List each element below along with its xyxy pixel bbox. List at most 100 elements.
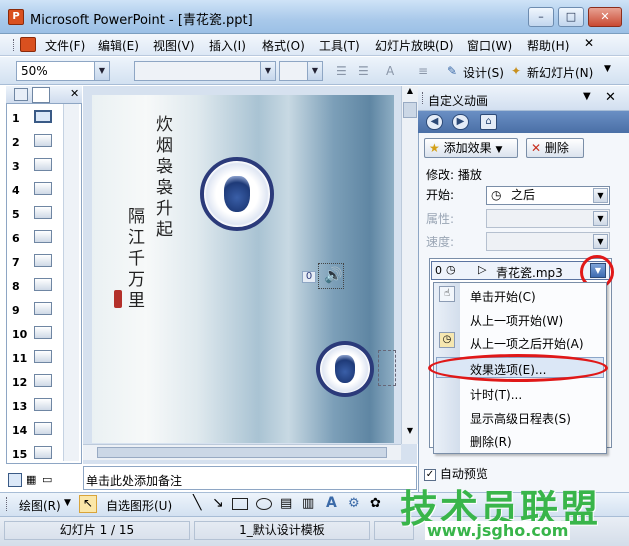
chevron-down-icon[interactable]: ▼	[64, 498, 71, 508]
porcelain-vase-image[interactable]	[316, 341, 374, 397]
forward-icon[interactable]: ▶	[452, 114, 469, 130]
remove-button[interactable]: ✕ 删除	[526, 138, 584, 158]
line-icon[interactable]: ╲	[193, 495, 201, 511]
menu-item-start-on-click[interactable]: 单击开始(C)	[470, 288, 536, 305]
menu-item-remove[interactable]: 删除(R)	[470, 433, 512, 450]
menu-item-start-with-previous[interactable]: 从上一项开始(W)	[470, 312, 563, 329]
new-slide-button[interactable]: 新幻灯片(N)	[527, 64, 593, 81]
slide-thumbnail[interactable]	[34, 110, 52, 123]
slide-thumbnail[interactable]	[34, 302, 52, 315]
wordart-icon[interactable]: A	[326, 495, 337, 511]
outline-tab[interactable]	[14, 88, 28, 101]
slide-number: 13	[12, 400, 28, 413]
chevron-down-icon[interactable]: ▼	[593, 211, 608, 226]
menu-edit[interactable]: 编辑(E)	[98, 37, 139, 54]
slide-thumbnail[interactable]	[34, 398, 52, 411]
slides-tab[interactable]	[32, 87, 50, 103]
pane-grip[interactable]	[422, 92, 425, 104]
draw-menu-button[interactable]: 绘图(R)	[19, 497, 61, 514]
sound-object-selection[interactable]: 🔊	[318, 263, 344, 289]
home-icon[interactable]: ⌂	[480, 114, 497, 130]
scroll-up-icon[interactable]: ▲	[403, 86, 417, 100]
pane-menu-icon[interactable]: ▼	[583, 91, 591, 102]
slides-scrollbar[interactable]	[63, 104, 79, 461]
calligraphy-text[interactable]: 炊烟袅袅升起	[150, 115, 175, 241]
oval-icon[interactable]	[256, 498, 272, 510]
font-combo[interactable]: ▼	[134, 61, 276, 81]
scroll-thumb[interactable]	[97, 447, 387, 458]
slide-thumbnail[interactable]	[34, 446, 52, 459]
powerpoint-app-icon[interactable]: P	[8, 9, 24, 25]
slide-thumbnail[interactable]	[34, 254, 52, 267]
menu-slideshow[interactable]: 幻灯片放映(D)	[375, 37, 454, 54]
menubar-grip[interactable]	[13, 39, 16, 51]
menu-file[interactable]: 文件(F)	[45, 37, 85, 54]
chevron-down-icon[interactable]: ▼	[260, 62, 275, 80]
numbering-icon[interactable]: ☰	[336, 64, 347, 78]
document-icon[interactable]	[20, 37, 36, 52]
slide-thumbnail[interactable]	[34, 278, 52, 291]
menu-item-advanced-timeline[interactable]: 显示高级日程表(S)	[470, 410, 571, 427]
indent-icon[interactable]: ≡	[418, 64, 428, 78]
start-select[interactable]: ◷ 之后 ▼	[486, 186, 610, 205]
slideshow-view-icon[interactable]: ▭	[42, 473, 52, 486]
menu-format[interactable]: 格式(O)	[262, 37, 305, 54]
slide-thumbnail[interactable]	[34, 230, 52, 243]
slide-sorter-view-icon[interactable]: ▦	[26, 473, 36, 486]
slide-thumbnail[interactable]	[34, 206, 52, 219]
property-select[interactable]: ▼	[486, 209, 610, 228]
maximize-button[interactable]: □	[558, 7, 584, 27]
chevron-down-icon[interactable]: ▼	[593, 234, 608, 249]
menu-item-start-after-previous[interactable]: 从上一项之后开始(A)	[470, 335, 584, 352]
speed-select[interactable]: ▼	[486, 232, 610, 251]
close-document-icon[interactable]: ✕	[584, 36, 594, 50]
zoom-combo[interactable]: 50% ▼	[16, 61, 110, 81]
rectangle-icon[interactable]	[232, 498, 248, 510]
close-pane-icon[interactable]: ✕	[605, 90, 616, 105]
menu-insert[interactable]: 插入(I)	[209, 37, 246, 54]
toolbar-options-icon[interactable]: ▼	[604, 64, 611, 74]
chevron-down-icon[interactable]: ▼	[94, 62, 109, 80]
arrow-icon[interactable]: ↘	[212, 495, 224, 511]
notes-pane[interactable]: 单击此处添加备注	[83, 466, 417, 490]
font-size-combo[interactable]: ▼	[279, 61, 323, 81]
close-pane-icon[interactable]: ✕	[70, 87, 79, 100]
slide-canvas[interactable]: 炊烟袅袅升起 隔江千万里 0 🔊	[92, 95, 396, 443]
diagram-icon[interactable]: ⚙	[348, 496, 360, 511]
chevron-down-icon[interactable]: ▼	[593, 188, 608, 203]
back-icon[interactable]: ◀	[426, 114, 443, 130]
design-button[interactable]: 设计(S)	[463, 64, 504, 81]
close-button[interactable]: ✕	[588, 7, 622, 27]
slide-thumbnail[interactable]	[34, 422, 52, 435]
slide-thumbnail[interactable]	[34, 134, 52, 147]
menu-item-timing[interactable]: 计时(T)...	[470, 386, 522, 403]
horizontal-scrollbar[interactable]	[83, 444, 401, 460]
speaker-icon[interactable]: 🔊	[324, 266, 343, 284]
menu-help[interactable]: 帮助(H)	[527, 37, 569, 54]
menu-window[interactable]: 窗口(W)	[467, 37, 512, 54]
vertical-scrollbar[interactable]: ▲ ▼	[401, 86, 418, 444]
bullets-icon[interactable]: ☰	[358, 64, 369, 78]
normal-view-icon[interactable]	[8, 473, 22, 487]
slide-thumbnail[interactable]	[34, 182, 52, 195]
increase-font-icon[interactable]: A	[386, 64, 394, 78]
menu-view[interactable]: 视图(V)	[153, 37, 195, 54]
scroll-thumb[interactable]	[403, 102, 417, 118]
slide-thumbnail[interactable]	[34, 374, 52, 387]
minimize-button[interactable]: –	[528, 7, 554, 27]
porcelain-vase-image[interactable]	[200, 157, 274, 231]
textbox-icon[interactable]: ▤	[280, 496, 292, 511]
slide-thumbnail[interactable]	[34, 326, 52, 339]
toolbar-grip[interactable]	[6, 497, 9, 511]
chevron-down-icon[interactable]: ▼	[307, 62, 322, 80]
select-pointer-icon[interactable]: ↖	[79, 495, 97, 513]
slide-thumbnail[interactable]	[34, 158, 52, 171]
scroll-down-icon[interactable]: ▼	[403, 426, 417, 440]
clipart-icon[interactable]: ✿	[370, 496, 381, 511]
autoshapes-button[interactable]: 自选图形(U)	[106, 497, 172, 514]
slide-thumbnail[interactable]	[34, 350, 52, 363]
calligraphy-text[interactable]: 隔江千万里	[122, 207, 147, 312]
add-effect-button[interactable]: ★ 添加效果 ▼	[424, 138, 518, 158]
vertical-textbox-icon[interactable]: ▥	[302, 496, 314, 511]
menu-tools[interactable]: 工具(T)	[319, 37, 360, 54]
